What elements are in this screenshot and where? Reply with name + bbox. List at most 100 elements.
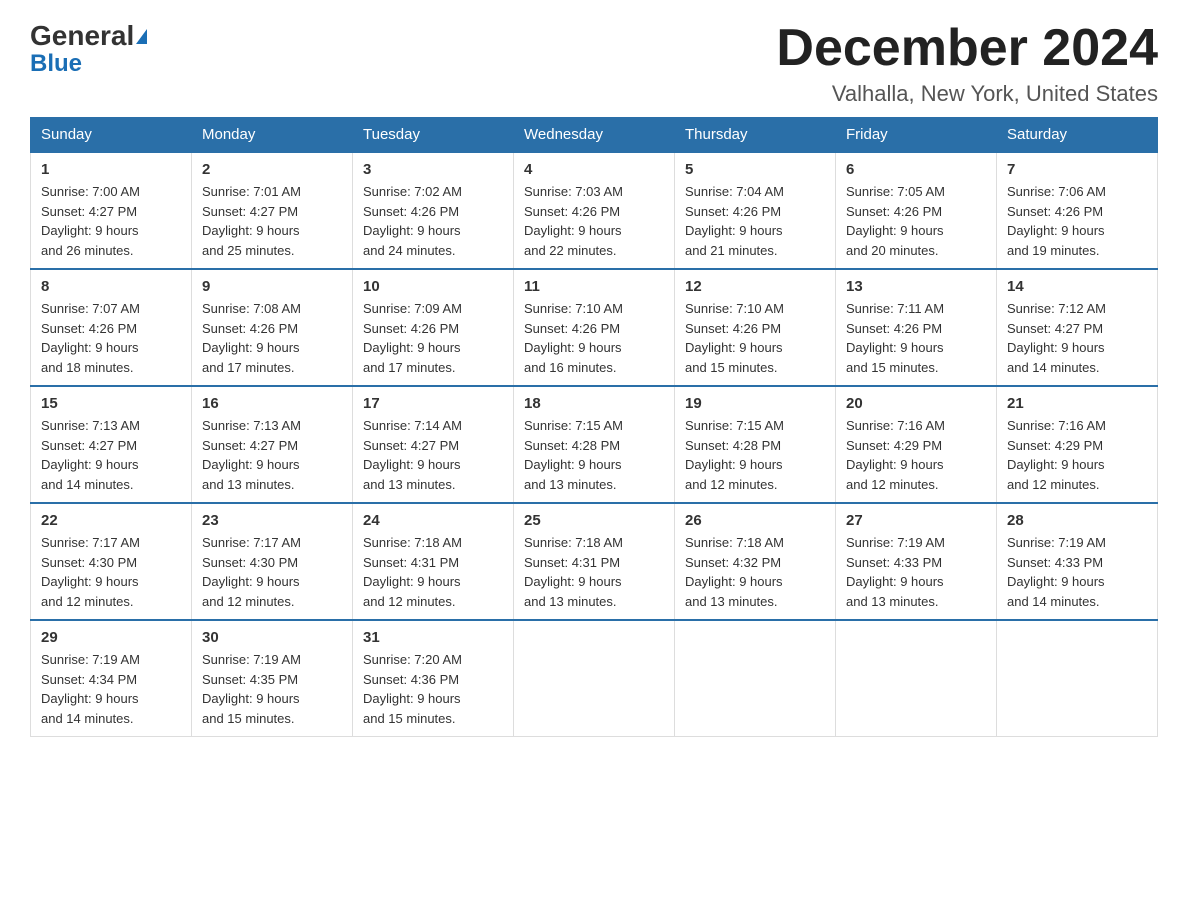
calendar-cell: 3 Sunrise: 7:02 AMSunset: 4:26 PMDaylight… xyxy=(353,152,514,269)
logo-text-general: General xyxy=(30,20,134,52)
day-number: 29 xyxy=(41,629,181,646)
day-info: Sunrise: 7:18 AMSunset: 4:31 PMDaylight:… xyxy=(524,533,664,611)
calendar-cell: 2 Sunrise: 7:01 AMSunset: 4:27 PMDaylight… xyxy=(192,152,353,269)
day-number: 24 xyxy=(363,512,503,529)
calendar-header-row: SundayMondayTuesdayWednesdayThursdayFrid… xyxy=(31,118,1158,153)
day-info: Sunrise: 7:13 AMSunset: 4:27 PMDaylight:… xyxy=(41,416,181,494)
day-info: Sunrise: 7:09 AMSunset: 4:26 PMDaylight:… xyxy=(363,299,503,377)
logo: General Blue xyxy=(30,20,147,78)
day-info: Sunrise: 7:03 AMSunset: 4:26 PMDaylight:… xyxy=(524,182,664,260)
day-number: 9 xyxy=(202,278,342,295)
day-info: Sunrise: 7:10 AMSunset: 4:26 PMDaylight:… xyxy=(685,299,825,377)
day-number: 16 xyxy=(202,395,342,412)
day-number: 21 xyxy=(1007,395,1147,412)
logo-arrow-icon xyxy=(136,29,147,44)
calendar-cell: 1Sunrise: 7:00 AMSunset: 4:27 PMDaylight… xyxy=(31,152,192,269)
day-info: Sunrise: 7:12 AMSunset: 4:27 PMDaylight:… xyxy=(1007,299,1147,377)
day-info: Sunrise: 7:05 AMSunset: 4:26 PMDaylight:… xyxy=(846,182,986,260)
calendar-day-header: Tuesday xyxy=(353,118,514,153)
day-info: Sunrise: 7:10 AMSunset: 4:26 PMDaylight:… xyxy=(524,299,664,377)
calendar-day-header: Sunday xyxy=(31,118,192,153)
calendar-day-header: Thursday xyxy=(675,118,836,153)
calendar-cell: 25 Sunrise: 7:18 AMSunset: 4:31 PMDayligh… xyxy=(514,503,675,620)
logo-text-blue: Blue xyxy=(30,50,147,78)
calendar-cell: 27Sunrise: 7:19 AMSunset: 4:33 PMDayligh… xyxy=(836,503,997,620)
day-info: Sunrise: 7:00 AMSunset: 4:27 PMDaylight:… xyxy=(41,182,181,260)
calendar-cell: 8 Sunrise: 7:07 AMSunset: 4:26 PMDaylight… xyxy=(31,269,192,386)
calendar-week-row: 22 Sunrise: 7:17 AMSunset: 4:30 PMDayligh… xyxy=(31,503,1158,620)
calendar-cell: 10Sunrise: 7:09 AMSunset: 4:26 PMDayligh… xyxy=(353,269,514,386)
calendar-cell: 16 Sunrise: 7:13 AMSunset: 4:27 PMDayligh… xyxy=(192,386,353,503)
day-info: Sunrise: 7:15 AMSunset: 4:28 PMDaylight:… xyxy=(685,416,825,494)
day-number: 3 xyxy=(363,161,503,178)
day-number: 25 xyxy=(524,512,664,529)
day-info: Sunrise: 7:11 AMSunset: 4:26 PMDaylight:… xyxy=(846,299,986,377)
day-number: 31 xyxy=(363,629,503,646)
calendar-cell xyxy=(675,620,836,737)
day-info: Sunrise: 7:02 AMSunset: 4:26 PMDaylight:… xyxy=(363,182,503,260)
calendar-table: SundayMondayTuesdayWednesdayThursdayFrid… xyxy=(30,117,1158,737)
calendar-day-header: Wednesday xyxy=(514,118,675,153)
calendar-cell: 18Sunrise: 7:15 AMSunset: 4:28 PMDayligh… xyxy=(514,386,675,503)
day-info: Sunrise: 7:07 AMSunset: 4:26 PMDaylight:… xyxy=(41,299,181,377)
calendar-cell: 14 Sunrise: 7:12 AMSunset: 4:27 PMDayligh… xyxy=(997,269,1158,386)
calendar-cell: 20 Sunrise: 7:16 AMSunset: 4:29 PMDayligh… xyxy=(836,386,997,503)
day-number: 2 xyxy=(202,161,342,178)
day-number: 7 xyxy=(1007,161,1147,178)
page-header: General Blue December 2024 Valhalla, New… xyxy=(30,20,1158,107)
calendar-cell: 26Sunrise: 7:18 AMSunset: 4:32 PMDayligh… xyxy=(675,503,836,620)
calendar-cell xyxy=(836,620,997,737)
day-number: 8 xyxy=(41,278,181,295)
calendar-cell: 7Sunrise: 7:06 AMSunset: 4:26 PMDaylight… xyxy=(997,152,1158,269)
day-number: 23 xyxy=(202,512,342,529)
day-info: Sunrise: 7:19 AMSunset: 4:33 PMDaylight:… xyxy=(1007,533,1147,611)
calendar-week-row: 15 Sunrise: 7:13 AMSunset: 4:27 PMDayligh… xyxy=(31,386,1158,503)
day-info: Sunrise: 7:08 AMSunset: 4:26 PMDaylight:… xyxy=(202,299,342,377)
calendar-cell xyxy=(997,620,1158,737)
calendar-cell: 19Sunrise: 7:15 AMSunset: 4:28 PMDayligh… xyxy=(675,386,836,503)
day-info: Sunrise: 7:19 AMSunset: 4:34 PMDaylight:… xyxy=(41,650,181,728)
day-number: 18 xyxy=(524,395,664,412)
calendar-cell: 22 Sunrise: 7:17 AMSunset: 4:30 PMDayligh… xyxy=(31,503,192,620)
day-info: Sunrise: 7:17 AMSunset: 4:30 PMDaylight:… xyxy=(202,533,342,611)
calendar-cell: 31 Sunrise: 7:20 AMSunset: 4:36 PMDayligh… xyxy=(353,620,514,737)
calendar-day-header: Friday xyxy=(836,118,997,153)
page-title: December 2024 xyxy=(776,20,1158,77)
day-number: 17 xyxy=(363,395,503,412)
day-info: Sunrise: 7:19 AMSunset: 4:35 PMDaylight:… xyxy=(202,650,342,728)
day-number: 14 xyxy=(1007,278,1147,295)
day-info: Sunrise: 7:17 AMSunset: 4:30 PMDaylight:… xyxy=(41,533,181,611)
calendar-cell: 15 Sunrise: 7:13 AMSunset: 4:27 PMDayligh… xyxy=(31,386,192,503)
calendar-cell: 24 Sunrise: 7:18 AMSunset: 4:31 PMDayligh… xyxy=(353,503,514,620)
day-number: 26 xyxy=(685,512,825,529)
day-info: Sunrise: 7:18 AMSunset: 4:31 PMDaylight:… xyxy=(363,533,503,611)
calendar-cell: 30Sunrise: 7:19 AMSunset: 4:35 PMDayligh… xyxy=(192,620,353,737)
day-number: 11 xyxy=(524,278,664,295)
calendar-cell: 11 Sunrise: 7:10 AMSunset: 4:26 PMDayligh… xyxy=(514,269,675,386)
day-info: Sunrise: 7:20 AMSunset: 4:36 PMDaylight:… xyxy=(363,650,503,728)
day-info: Sunrise: 7:16 AMSunset: 4:29 PMDaylight:… xyxy=(1007,416,1147,494)
day-info: Sunrise: 7:19 AMSunset: 4:33 PMDaylight:… xyxy=(846,533,986,611)
page-subtitle: Valhalla, New York, United States xyxy=(776,81,1158,107)
calendar-week-row: 8 Sunrise: 7:07 AMSunset: 4:26 PMDaylight… xyxy=(31,269,1158,386)
calendar-week-row: 1Sunrise: 7:00 AMSunset: 4:27 PMDaylight… xyxy=(31,152,1158,269)
day-info: Sunrise: 7:04 AMSunset: 4:26 PMDaylight:… xyxy=(685,182,825,260)
calendar-day-header: Monday xyxy=(192,118,353,153)
day-info: Sunrise: 7:13 AMSunset: 4:27 PMDaylight:… xyxy=(202,416,342,494)
calendar-cell: 4 Sunrise: 7:03 AMSunset: 4:26 PMDaylight… xyxy=(514,152,675,269)
calendar-cell: 6Sunrise: 7:05 AMSunset: 4:26 PMDaylight… xyxy=(836,152,997,269)
day-number: 15 xyxy=(41,395,181,412)
day-number: 5 xyxy=(685,161,825,178)
title-block: December 2024 Valhalla, New York, United… xyxy=(776,20,1158,107)
calendar-day-header: Saturday xyxy=(997,118,1158,153)
day-number: 22 xyxy=(41,512,181,529)
day-number: 4 xyxy=(524,161,664,178)
day-info: Sunrise: 7:14 AMSunset: 4:27 PMDaylight:… xyxy=(363,416,503,494)
calendar-cell: 9 Sunrise: 7:08 AMSunset: 4:26 PMDaylight… xyxy=(192,269,353,386)
day-number: 20 xyxy=(846,395,986,412)
day-info: Sunrise: 7:01 AMSunset: 4:27 PMDaylight:… xyxy=(202,182,342,260)
day-info: Sunrise: 7:16 AMSunset: 4:29 PMDaylight:… xyxy=(846,416,986,494)
calendar-cell: 29 Sunrise: 7:19 AMSunset: 4:34 PMDayligh… xyxy=(31,620,192,737)
calendar-cell: 17 Sunrise: 7:14 AMSunset: 4:27 PMDayligh… xyxy=(353,386,514,503)
calendar-cell: 23 Sunrise: 7:17 AMSunset: 4:30 PMDayligh… xyxy=(192,503,353,620)
